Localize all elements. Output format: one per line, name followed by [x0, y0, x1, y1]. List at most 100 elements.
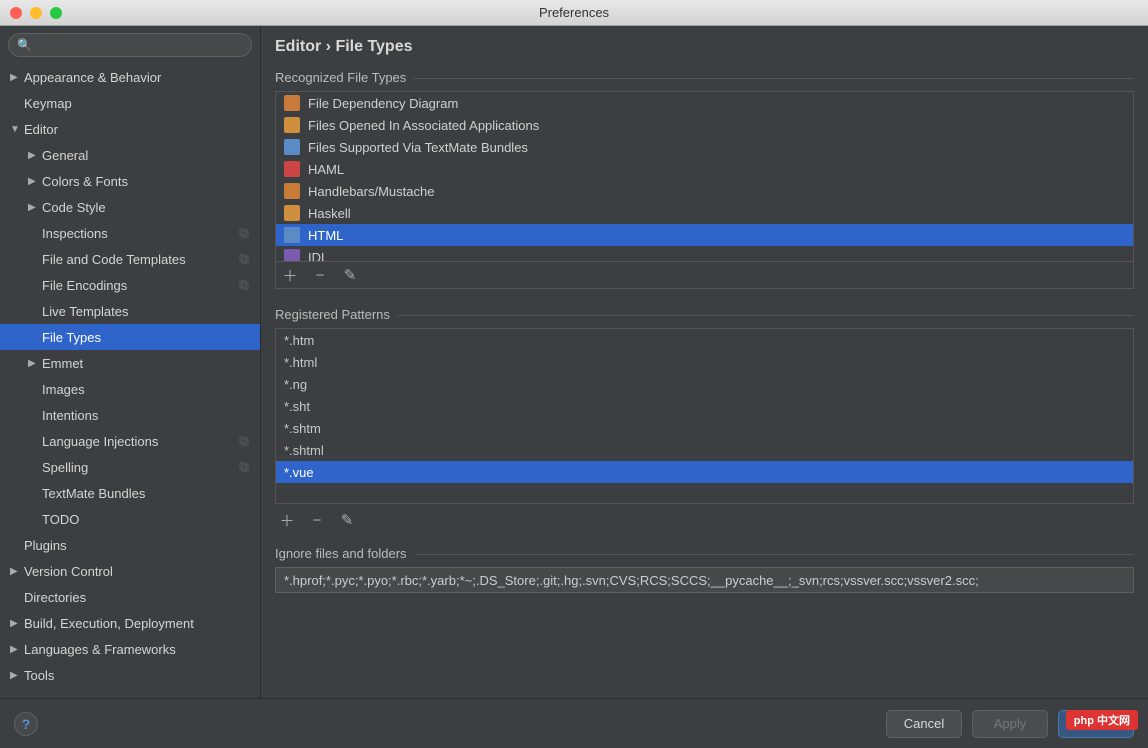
sidebar-item[interactable]: File and Code Templates: [0, 246, 260, 272]
sidebar-item[interactable]: Plugins: [0, 532, 260, 558]
window-title: Preferences: [0, 5, 1148, 20]
registered-patterns-list[interactable]: *.htm *.html *.ng *.sht *.shtm*.shtml *.vue: [275, 328, 1134, 504]
sidebar-item[interactable]: Spelling: [0, 454, 260, 480]
pattern-row[interactable]: *.html: [276, 351, 1133, 373]
sidebar-item[interactable]: ▶Colors & Fonts: [0, 168, 260, 194]
add-filetype-button[interactable]: ＋: [282, 267, 298, 283]
ignore-files-input[interactable]: [275, 567, 1134, 593]
sidebar-item[interactable]: ▶Build, Execution, Deployment: [0, 610, 260, 636]
file-type-row[interactable]: HAML: [276, 158, 1133, 180]
sidebar-item[interactable]: ▶Tools: [0, 662, 260, 688]
search-box[interactable]: 🔍: [8, 33, 252, 57]
sidebar-item-label: Languages & Frameworks: [24, 642, 176, 657]
pattern-row[interactable]: *.htm: [276, 329, 1133, 351]
sidebar-item[interactable]: ▶Appearance & Behavior: [0, 64, 260, 90]
file-type-row[interactable]: Files Opened In Associated Applications: [276, 114, 1133, 136]
scheme-icon: [238, 227, 250, 239]
file-type-label: Files Supported Via TextMate Bundles: [308, 140, 528, 155]
sidebar-item-label: Keymap: [24, 96, 72, 111]
titlebar: Preferences: [0, 0, 1148, 26]
help-button[interactable]: ?: [14, 712, 38, 736]
sidebar-item-label: General: [42, 148, 88, 163]
file-type-icon: [284, 205, 300, 221]
sidebar-item[interactable]: Live Templates: [0, 298, 260, 324]
sidebar-item[interactable]: ▶Version Control: [0, 558, 260, 584]
sidebar-item-label: File Encodings: [42, 278, 127, 293]
sidebar-item-label: File Types: [42, 330, 101, 345]
file-type-icon: [284, 227, 300, 243]
sidebar-item[interactable]: Language Injections: [0, 428, 260, 454]
search-input[interactable]: [36, 38, 243, 53]
edit-filetype-button[interactable]: ✎: [342, 267, 358, 283]
settings-tree[interactable]: ▶Appearance & BehaviorKeymap▼Editor▶Gene…: [0, 64, 260, 698]
breadcrumb: Editor › File Types: [275, 26, 1134, 70]
sidebar-item[interactable]: ▶Emmet: [0, 350, 260, 376]
sidebar-item-label: TODO: [42, 512, 79, 527]
sidebar-item[interactable]: ▶General: [0, 142, 260, 168]
cancel-button[interactable]: Cancel: [886, 710, 962, 738]
sidebar-item-label: Intentions: [42, 408, 98, 423]
sidebar-item[interactable]: Images: [0, 376, 260, 402]
file-type-icon: [284, 183, 300, 199]
sidebar-item[interactable]: Inspections: [0, 220, 260, 246]
expand-arrow-icon: ▶: [28, 202, 42, 213]
recognized-file-types-list[interactable]: File Dependency Diagram Files Opened In A…: [275, 91, 1134, 289]
sidebar-item[interactable]: File Encodings: [0, 272, 260, 298]
pattern-label: *.sht: [284, 399, 310, 414]
expand-arrow-icon: ▶: [10, 644, 24, 655]
scheme-icon: [238, 435, 250, 447]
file-type-row[interactable]: HTML: [276, 224, 1133, 246]
sidebar-item[interactable]: TODO: [0, 506, 260, 532]
sidebar-item[interactable]: Directories: [0, 584, 260, 610]
sidebar-item[interactable]: Intentions: [0, 402, 260, 428]
remove-pattern-button[interactable]: −: [309, 512, 325, 528]
file-types-toolbar: ＋ − ✎: [276, 261, 1133, 288]
scheme-icon: [238, 279, 250, 291]
add-pattern-button[interactable]: ＋: [279, 512, 295, 528]
sidebar-item-label: Images: [42, 382, 85, 397]
patterns-title: Registered Patterns: [275, 307, 1134, 322]
sidebar-item-label: Emmet: [42, 356, 83, 371]
sidebar-item[interactable]: TextMate Bundles: [0, 480, 260, 506]
sidebar-item[interactable]: ▼Editor: [0, 116, 260, 142]
sidebar-item-label: Live Templates: [42, 304, 128, 319]
pattern-label: *.html: [284, 355, 317, 370]
pattern-label: *.vue: [284, 465, 314, 480]
expand-arrow-icon: ▶: [28, 176, 42, 187]
sidebar-item-label: File and Code Templates: [42, 252, 186, 267]
pattern-row[interactable]: *.ng: [276, 373, 1133, 395]
file-type-row[interactable]: Handlebars/Mustache: [276, 180, 1133, 202]
pattern-row[interactable]: *.shtm: [276, 417, 1133, 439]
file-type-row[interactable]: File Dependency Diagram: [276, 92, 1133, 114]
file-type-row[interactable]: Files Supported Via TextMate Bundles: [276, 136, 1133, 158]
remove-filetype-button[interactable]: −: [312, 267, 328, 283]
recognized-title: Recognized File Types: [275, 70, 1134, 85]
expand-arrow-icon: ▶: [10, 618, 24, 629]
sidebar-item-label: Build, Execution, Deployment: [24, 616, 194, 631]
file-type-label: HTML: [308, 228, 343, 243]
expand-arrow-icon: ▶: [10, 670, 24, 681]
file-type-icon: [284, 117, 300, 133]
pattern-row[interactable]: *.shtml: [276, 439, 1133, 461]
sidebar-item[interactable]: Keymap: [0, 90, 260, 116]
file-type-label: Handlebars/Mustache: [308, 184, 434, 199]
patterns-toolbar: ＋ − ✎: [275, 504, 1134, 528]
file-type-icon: [284, 249, 300, 261]
scheme-icon: [238, 253, 250, 265]
file-type-row[interactable]: Haskell: [276, 202, 1133, 224]
expand-arrow-icon: ▶: [10, 72, 24, 83]
expand-arrow-icon: ▶: [10, 566, 24, 577]
file-type-row[interactable]: IDL: [276, 246, 1133, 261]
sidebar-item-label: Plugins: [24, 538, 67, 553]
apply-button[interactable]: Apply: [972, 710, 1048, 738]
file-type-label: Files Opened In Associated Applications: [308, 118, 539, 133]
pattern-row[interactable]: *.vue: [276, 461, 1133, 483]
ignore-title: Ignore files and folders: [275, 546, 1134, 561]
sidebar-item[interactable]: File Types: [0, 324, 260, 350]
sidebar-item-label: Tools: [24, 668, 54, 683]
sidebar-item[interactable]: ▶Languages & Frameworks: [0, 636, 260, 662]
pattern-row[interactable]: *.sht: [276, 395, 1133, 417]
edit-pattern-button[interactable]: ✎: [339, 512, 355, 528]
sidebar-item[interactable]: ▶Code Style: [0, 194, 260, 220]
sidebar-item-label: Colors & Fonts: [42, 174, 128, 189]
